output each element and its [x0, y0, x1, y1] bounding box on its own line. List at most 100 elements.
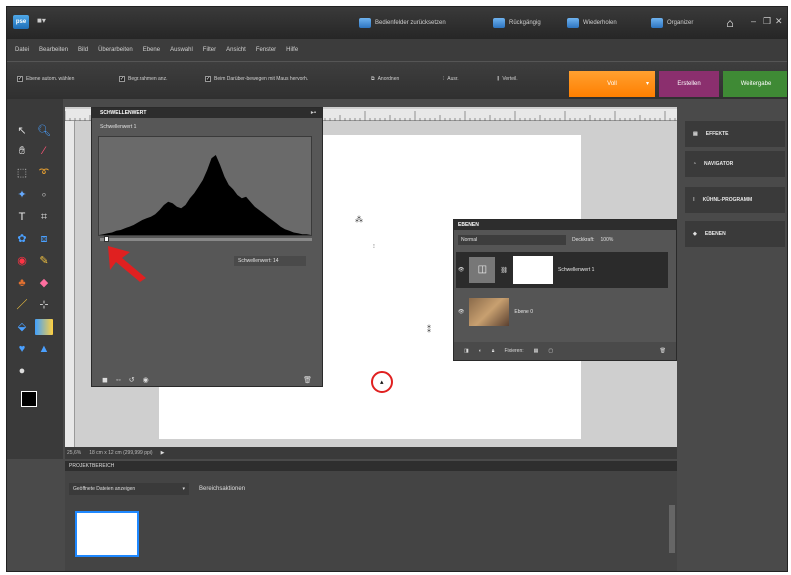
magic-wand-tool-icon[interactable]: ✦: [13, 187, 31, 203]
menu-item-window[interactable]: Fenster: [256, 47, 276, 53]
opacity-value[interactable]: 100%: [601, 237, 614, 243]
selection-brush-tool-icon[interactable]: ∘: [35, 187, 53, 203]
menu-item-help[interactable]: Hilfe: [286, 47, 298, 53]
minimize-button[interactable]: –: [751, 16, 756, 26]
zoom-tool-icon[interactable]: 🔍︎: [35, 123, 53, 139]
menu-item-edit[interactable]: Bearbeiten: [39, 47, 68, 53]
menu-item-file[interactable]: Datei: [15, 47, 29, 53]
undo-button[interactable]: Rückgängig: [493, 17, 541, 29]
toolbox: ↖ 🔍︎ ✋︎ ⁄ ⬚ ➰︎ ✦ ∘ T ⌗ ✿ ⧈ ◉ ✎ ♣ ◆ ／ ⊹ ⬙…: [7, 99, 63, 459]
eye-icon[interactable]: 👁︎: [458, 267, 464, 273]
gradient-tool-icon[interactable]: [35, 319, 53, 335]
dock-history[interactable]: ⁞ KÜHNL-PROGRAMM: [685, 187, 785, 213]
arrange-button[interactable]: ⧉ Anordnen: [371, 76, 399, 82]
redo-button[interactable]: Wiederholen: [567, 17, 617, 29]
mode-share-label: Weitergabe: [740, 81, 772, 87]
menu-item-enhance[interactable]: Überarbeiten: [98, 47, 133, 53]
auto-select-checkbox[interactable]: ✓: [17, 76, 23, 82]
zoom-level[interactable]: 25,6%: [67, 450, 81, 456]
undo-icon: [493, 18, 505, 28]
sponge-tool-icon[interactable]: ●: [13, 363, 31, 379]
marquee-tool-icon[interactable]: ⬚: [13, 165, 31, 181]
bounding-box-checkbox[interactable]: ✓: [119, 76, 125, 82]
adjustment-name: Schwellenwert 1: [100, 124, 137, 130]
threshold-slider[interactable]: [100, 236, 312, 242]
menu-item-layer[interactable]: Ebene: [143, 47, 160, 53]
lock-all-icon[interactable]: ▢: [548, 348, 553, 354]
clone-stamp-tool-icon[interactable]: ♣: [13, 275, 31, 291]
dock-layers[interactable]: ◈ EBENEN: [685, 221, 785, 247]
mode-tab-create[interactable]: Erstellen: [659, 71, 719, 97]
move-tool-icon[interactable]: ↖: [13, 123, 31, 139]
red-arrow-annotation: [108, 246, 146, 282]
bin-scrollbar[interactable]: [669, 505, 675, 553]
reset-panels-button[interactable]: Bedienfelder zurücksetzen: [359, 17, 446, 29]
lasso-tool-icon[interactable]: ➰︎: [35, 165, 53, 181]
crop-tool-icon[interactable]: ⌗: [35, 209, 53, 225]
brush-tool-icon[interactable]: ／: [13, 297, 31, 313]
align-button[interactable]: ⫶ Ausr.: [443, 76, 459, 82]
menu-item-filter[interactable]: Filter: [203, 47, 216, 53]
layer-thumbnail: [469, 298, 510, 326]
new-layer-icon[interactable]: ◨: [464, 348, 469, 354]
status-arrow-icon[interactable]: ▶: [161, 450, 165, 456]
dock-effects[interactable]: ▤ EFFEKTE: [685, 121, 785, 147]
shape-tool-icon[interactable]: ♥: [13, 341, 31, 357]
layer-row-image[interactable]: 👁︎ Ebene 0: [456, 294, 668, 330]
menu-item-image[interactable]: Bild: [78, 47, 88, 53]
hand-tool-icon[interactable]: ✋︎: [13, 143, 31, 159]
paint-bucket-tool-icon[interactable]: ⬙: [13, 319, 31, 335]
bounding-box-label: Begr.rahmen anz.: [128, 76, 168, 82]
project-bin-title[interactable]: PROJEKTBEREICH: [65, 461, 677, 471]
trash-icon[interactable]: 🗑︎: [303, 376, 312, 384]
mode-tab-full[interactable]: Voll ▾: [569, 71, 655, 97]
lock-pixels-icon[interactable]: ▦: [534, 348, 539, 354]
bin-filter-select[interactable]: Geöffnete Dateien anzeigen ▾: [69, 483, 189, 495]
home-icon[interactable]: ⌂: [722, 15, 738, 31]
threshold-value-field[interactable]: Schwellenwert: 14: [234, 256, 306, 266]
bin-actions-tab[interactable]: Bereichsaktionen: [199, 483, 245, 495]
align-label: Ausr.: [447, 76, 459, 82]
layer-row-threshold[interactable]: 👁︎ ◫ ⛓︎ Schwellenwert 1: [456, 252, 668, 288]
bounding-box-option[interactable]: ✓ Begr.rahmen anz.: [119, 76, 167, 82]
organizer-button[interactable]: Organizer: [651, 17, 693, 29]
smart-brush-tool-icon[interactable]: ⊹: [35, 297, 53, 313]
reset-icon[interactable]: ↺: [129, 376, 135, 384]
layers-panel-title[interactable]: EBENEN: [454, 220, 676, 230]
adjustment-icon[interactable]: ◐: [479, 348, 482, 354]
slider-handle[interactable]: [104, 236, 109, 242]
type-tool-icon[interactable]: T: [13, 209, 31, 225]
menu-item-view[interactable]: Ansicht: [226, 47, 246, 53]
red-eye-tool-icon[interactable]: ◉: [13, 253, 31, 269]
rollover-highlight-checkbox[interactable]: ✓: [205, 76, 211, 82]
lock-icon[interactable]: 🔒︎: [492, 348, 495, 354]
distribute-button[interactable]: ⫼ Verteil.: [497, 76, 518, 82]
panel-collapse-icon[interactable]: ▸▪: [311, 109, 316, 116]
eyedropper-tool-icon[interactable]: ⁄: [35, 143, 53, 159]
distribute-label: Verteil.: [502, 76, 518, 82]
eraser-tool-icon[interactable]: ◆: [35, 275, 53, 291]
blur-tool-icon[interactable]: ▲: [35, 341, 53, 357]
auto-select-layer-option[interactable]: ✓ Ebene autom. wählen: [17, 76, 74, 82]
foreground-color-swatch[interactable]: [21, 391, 37, 407]
trash-icon[interactable]: 🗑︎: [660, 348, 666, 354]
close-button[interactable]: ✕: [775, 16, 783, 27]
view-previous-icon[interactable]: ◦◦: [116, 377, 121, 384]
cookie-cutter-tool-icon[interactable]: ✿: [13, 231, 31, 247]
panel-header[interactable]: SCHWELLENWERT ▸▪: [92, 108, 322, 118]
eye-icon[interactable]: 👁︎: [458, 309, 464, 315]
blend-mode-select[interactable]: Normal: [458, 235, 566, 245]
mode-tab-share[interactable]: Weitergabe: [723, 71, 787, 97]
healing-brush-tool-icon[interactable]: ✎: [35, 253, 53, 269]
dock-label: EBENEN: [704, 231, 726, 237]
visibility-icon[interactable]: ◉: [143, 376, 149, 384]
workspace-menu-button[interactable]: ■▾: [37, 16, 57, 28]
maximize-button[interactable]: ❐: [763, 16, 771, 27]
reset-icon: [359, 18, 371, 28]
rollover-highlight-option[interactable]: ✓ Beim Darüber-bewegen mit Maus hervorh.: [205, 76, 308, 82]
dock-navigator[interactable]: ◔ NAVIGATOR: [685, 151, 785, 177]
menu-item-select[interactable]: Auswahl: [170, 47, 193, 53]
bin-thumbnail[interactable]: [75, 511, 139, 557]
straighten-tool-icon[interactable]: ⧈: [35, 231, 53, 247]
clip-layer-icon[interactable]: ◼: [102, 376, 108, 384]
